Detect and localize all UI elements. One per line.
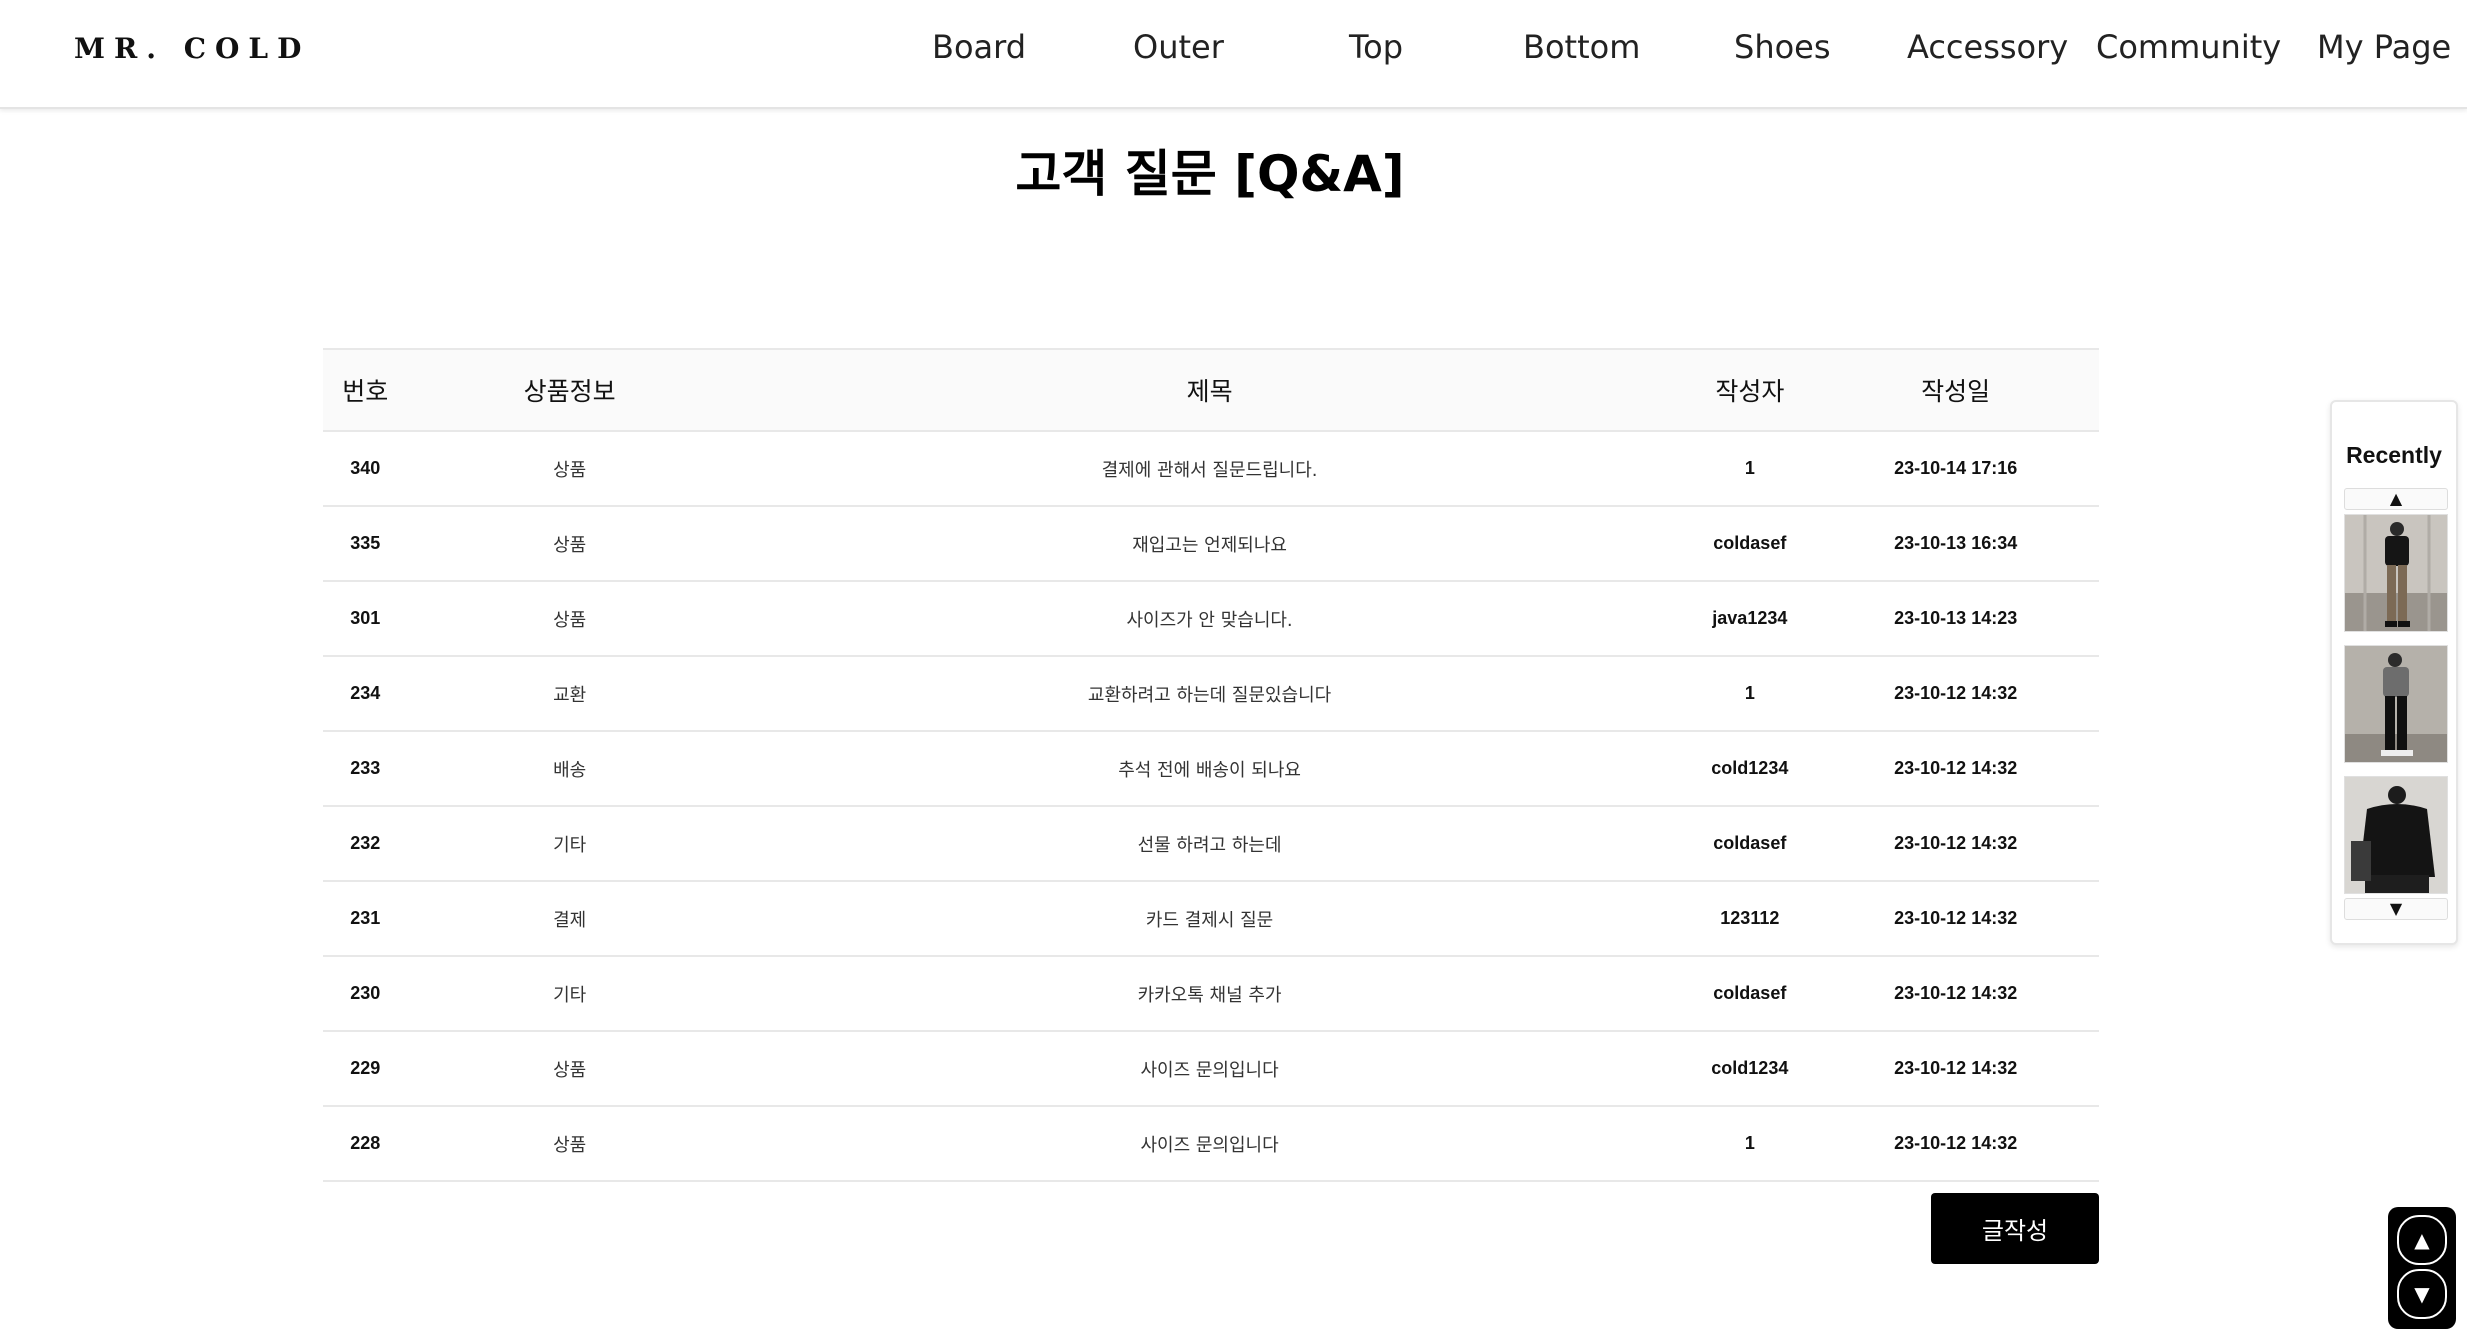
nav-shoes[interactable]: Shoes bbox=[1734, 28, 1831, 66]
qa-table: 번호 상품정보 제목 작성자 작성일 340 상품 결제에 관해서 질문드립니다… bbox=[323, 348, 2099, 1182]
recent-product-thumbnail[interactable] bbox=[2344, 776, 2448, 894]
row-category: 상품 bbox=[407, 431, 732, 507]
nav-my-page[interactable]: My Page bbox=[2317, 28, 2451, 66]
row-date: 23-10-12 14:32 bbox=[1812, 656, 2099, 732]
row-category: 상품 bbox=[407, 1106, 732, 1182]
row-category: 기타 bbox=[407, 806, 732, 882]
recently-down-button[interactable]: ▼ bbox=[2344, 898, 2448, 920]
table-row[interactable]: 229 상품 사이즈 문의입니다 cold1234 23-10-12 14:32 bbox=[323, 1031, 2099, 1107]
row-date: 23-10-12 14:32 bbox=[1812, 956, 2099, 1032]
row-number: 340 bbox=[323, 431, 408, 507]
row-category: 상품 bbox=[407, 506, 732, 582]
row-title-link[interactable]: 카드 결제시 질문 bbox=[731, 881, 1688, 957]
scroll-top-button[interactable]: ▲ bbox=[2397, 1215, 2447, 1265]
row-date: 23-10-13 16:34 bbox=[1812, 506, 2099, 582]
header-author: 작성자 bbox=[1687, 348, 1813, 432]
nav-board[interactable]: Board bbox=[932, 28, 1026, 66]
scroll-controls: ▲ ▼ bbox=[2388, 1207, 2456, 1329]
row-number: 232 bbox=[323, 806, 408, 882]
header-number: 번호 bbox=[323, 348, 408, 432]
recent-product-thumbnail[interactable] bbox=[2344, 645, 2448, 763]
row-author: cold1234 bbox=[1687, 731, 1813, 807]
row-author: coldasef bbox=[1687, 506, 1813, 582]
row-title-link[interactable]: 결제에 관해서 질문드립니다. bbox=[731, 431, 1688, 507]
row-number: 301 bbox=[323, 581, 408, 657]
row-author: 1 bbox=[1687, 1106, 1813, 1182]
recently-viewed-panel: Recently ▲ ▼ bbox=[2330, 400, 2458, 945]
nav-community[interactable]: Community bbox=[2096, 28, 2281, 66]
row-number: 229 bbox=[323, 1031, 408, 1107]
row-date: 23-10-12 14:32 bbox=[1812, 881, 2099, 957]
nav-bottom[interactable]: Bottom bbox=[1523, 28, 1640, 66]
row-date: 23-10-12 14:32 bbox=[1812, 1031, 2099, 1107]
row-number: 335 bbox=[323, 506, 408, 582]
row-category: 교환 bbox=[407, 656, 732, 732]
scroll-bottom-button[interactable]: ▼ bbox=[2397, 1269, 2447, 1319]
recently-title: Recently bbox=[2346, 442, 2442, 468]
row-author: coldasef bbox=[1687, 956, 1813, 1032]
row-author: java1234 bbox=[1687, 581, 1813, 657]
row-title-link[interactable]: 카카오톡 채널 추가 bbox=[731, 956, 1688, 1032]
table-row[interactable]: 233 배송 추석 전에 배송이 되나요 cold1234 23-10-12 1… bbox=[323, 731, 2099, 807]
row-title-link[interactable]: 사이즈 문의입니다 bbox=[731, 1106, 1688, 1182]
row-title-link[interactable]: 사이즈 문의입니다 bbox=[731, 1031, 1688, 1107]
row-category: 기타 bbox=[407, 956, 732, 1032]
table-row[interactable]: 230 기타 카카오톡 채널 추가 coldasef 23-10-12 14:3… bbox=[323, 956, 2099, 1032]
nav-outer[interactable]: Outer bbox=[1133, 28, 1224, 66]
table-row[interactable]: 301 상품 사이즈가 안 맞습니다. java1234 23-10-13 14… bbox=[323, 581, 2099, 657]
row-number: 231 bbox=[323, 881, 408, 957]
table-header-row: 번호 상품정보 제목 작성자 작성일 bbox=[323, 348, 2099, 432]
header-product-info: 상품정보 bbox=[407, 348, 732, 432]
row-title-link[interactable]: 재입고는 언제되나요 bbox=[731, 506, 1688, 582]
nav-accessory[interactable]: Accessory bbox=[1907, 28, 2068, 66]
row-author: 1 bbox=[1687, 656, 1813, 732]
row-title-link[interactable]: 추석 전에 배송이 되나요 bbox=[731, 731, 1688, 807]
table-row[interactable]: 335 상품 재입고는 언제되나요 coldasef 23-10-13 16:3… bbox=[323, 506, 2099, 582]
row-author: coldasef bbox=[1687, 806, 1813, 882]
row-number: 233 bbox=[323, 731, 408, 807]
write-post-button[interactable]: 글작성 bbox=[1931, 1193, 2099, 1264]
row-author: 123112 bbox=[1687, 881, 1813, 957]
row-date: 23-10-12 14:32 bbox=[1812, 806, 2099, 882]
table-row[interactable]: 232 기타 선물 하려고 하는데 coldasef 23-10-12 14:3… bbox=[323, 806, 2099, 882]
row-category: 결제 bbox=[407, 881, 732, 957]
table-row[interactable]: 234 교환 교환하려고 하는데 질문있습니다 1 23-10-12 14:32 bbox=[323, 656, 2099, 732]
recently-up-button[interactable]: ▲ bbox=[2344, 488, 2448, 510]
row-date: 23-10-12 14:32 bbox=[1812, 731, 2099, 807]
row-date: 23-10-14 17:16 bbox=[1812, 431, 2099, 507]
row-title-link[interactable]: 사이즈가 안 맞습니다. bbox=[731, 581, 1688, 657]
recent-product-thumbnail[interactable] bbox=[2344, 514, 2448, 632]
row-category: 상품 bbox=[407, 581, 732, 657]
row-author: 1 bbox=[1687, 431, 1813, 507]
row-category: 상품 bbox=[407, 1031, 732, 1107]
row-number: 230 bbox=[323, 956, 408, 1032]
row-category: 배송 bbox=[407, 731, 732, 807]
row-number: 228 bbox=[323, 1106, 408, 1182]
table-row[interactable]: 228 상품 사이즈 문의입니다 1 23-10-12 14:32 bbox=[323, 1106, 2099, 1182]
nav-top[interactable]: Top bbox=[1349, 28, 1403, 66]
row-date: 23-10-12 14:32 bbox=[1812, 1106, 2099, 1182]
row-date: 23-10-13 14:23 bbox=[1812, 581, 2099, 657]
row-author: cold1234 bbox=[1687, 1031, 1813, 1107]
site-header: MR. COLD Board Outer Top Bottom Shoes Ac… bbox=[0, 0, 2467, 109]
table-row[interactable]: 340 상품 결제에 관해서 질문드립니다. 1 23-10-14 17:16 bbox=[323, 431, 2099, 507]
page-title: 고객 질문 [Q&A] bbox=[1015, 145, 1405, 203]
main-nav: Board Outer Top Bottom Shoes Accessory C… bbox=[0, 28, 2467, 72]
product-photo-icon bbox=[2345, 515, 2447, 631]
product-photo-icon bbox=[2345, 646, 2447, 762]
row-number: 234 bbox=[323, 656, 408, 732]
header-date: 작성일 bbox=[1812, 348, 2099, 432]
row-title-link[interactable]: 교환하려고 하는데 질문있습니다 bbox=[731, 656, 1688, 732]
header-title: 제목 bbox=[731, 348, 1688, 432]
table-row[interactable]: 231 결제 카드 결제시 질문 123112 23-10-12 14:32 bbox=[323, 881, 2099, 957]
product-photo-icon bbox=[2345, 777, 2447, 893]
row-title-link[interactable]: 선물 하려고 하는데 bbox=[731, 806, 1688, 882]
